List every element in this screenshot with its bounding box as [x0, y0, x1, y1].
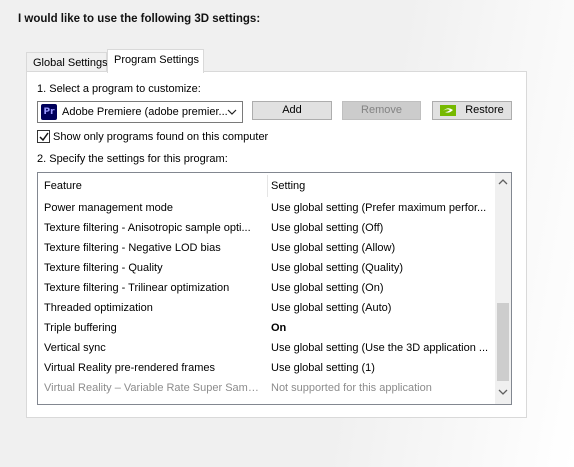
setting-value[interactable]: Use global setting (On) [271, 282, 491, 294]
column-header-feature[interactable]: Feature [44, 180, 82, 192]
column-header-setting[interactable]: Setting [271, 180, 305, 192]
tab-global-settings[interactable]: Global Settings [26, 52, 108, 73]
program-select[interactable]: Pr Adobe Premiere (adobe premier... [37, 101, 243, 123]
feature-name: Power management mode [44, 202, 174, 214]
setting-value[interactable]: On [271, 322, 491, 334]
feature-name: Vertical sync [44, 342, 106, 354]
column-divider[interactable] [267, 175, 268, 197]
show-only-checkbox[interactable] [37, 130, 50, 143]
setting-row-vertical-sync[interactable]: Vertical sync Use global setting (Use th… [38, 339, 496, 359]
remove-button[interactable]: Remove [342, 101, 421, 120]
setting-value[interactable]: Use global setting (1) [271, 362, 491, 374]
select-program-label: 1. Select a program to customize: [37, 83, 201, 95]
setting-row-vr-prerendered-frames[interactable]: Virtual Reality pre-rendered frames Use … [38, 359, 496, 379]
setting-row-anisotropic-sample[interactable]: Texture filtering - Anisotropic sample o… [38, 219, 496, 239]
feature-name: Virtual Reality – Variable Rate Super Sa… [44, 382, 259, 394]
setting-row-trilinear[interactable]: Texture filtering - Trilinear optimizati… [38, 279, 496, 299]
grid-header: Feature Setting [38, 173, 496, 199]
setting-value[interactable]: Use global setting (Off) [271, 222, 491, 234]
setting-value[interactable]: Use global setting (Quality) [271, 262, 491, 274]
setting-value: Not supported for this application [271, 382, 432, 394]
checkmark-icon [39, 132, 49, 142]
restore-button[interactable]: Restore [432, 101, 512, 120]
scroll-up-arrow-icon[interactable] [498, 178, 508, 186]
setting-row-triple-buffering[interactable]: Triple buffering On [38, 319, 496, 339]
feature-name: Threaded optimization [44, 302, 153, 314]
setting-row-threaded-optimization[interactable]: Threaded optimization Use global setting… [38, 299, 496, 319]
restore-label: Restore [465, 104, 504, 116]
feature-name: Virtual Reality pre-rendered frames [44, 362, 215, 374]
nvidia-logo-icon [440, 105, 457, 116]
add-button[interactable]: Add [252, 101, 332, 120]
setting-value[interactable]: Use global setting (Prefer maximum perfo… [271, 202, 491, 214]
feature-name: Texture filtering - Anisotropic sample o… [44, 222, 251, 234]
setting-value[interactable]: Use global setting (Use the 3D applicati… [271, 342, 491, 354]
tab-program-settings[interactable]: Program Settings [107, 49, 204, 73]
page-heading: I would like to use the following 3D set… [18, 13, 261, 25]
selected-program-text: Adobe Premiere (adobe premier... [62, 106, 227, 118]
setting-row-negative-lod[interactable]: Texture filtering - Negative LOD bias Us… [38, 239, 496, 259]
setting-row-power-management[interactable]: Power management mode Use global setting… [38, 199, 496, 219]
adobe-premiere-icon: Pr [41, 104, 57, 120]
feature-name: Texture filtering - Trilinear optimizati… [44, 282, 230, 294]
chevron-down-icon [227, 109, 237, 115]
show-only-label[interactable]: Show only programs found on this compute… [53, 131, 268, 143]
specify-settings-label: 2. Specify the settings for this program… [37, 153, 228, 165]
scroll-down-arrow-icon[interactable] [498, 388, 508, 396]
setting-row-vr-super-sampling: Virtual Reality – Variable Rate Super Sa… [38, 379, 496, 399]
setting-value[interactable]: Use global setting (Auto) [271, 302, 491, 314]
setting-row-texture-quality[interactable]: Texture filtering - Quality Use global s… [38, 259, 496, 279]
setting-value[interactable]: Use global setting (Allow) [271, 242, 491, 254]
settings-grid: Feature Setting Power management mode Us… [37, 172, 512, 405]
feature-name: Texture filtering - Quality [44, 262, 163, 274]
vertical-scrollbar[interactable] [495, 173, 511, 404]
feature-name: Texture filtering - Negative LOD bias [44, 242, 221, 254]
feature-name: Triple buffering [44, 322, 117, 334]
scrollbar-thumb[interactable] [497, 303, 509, 381]
